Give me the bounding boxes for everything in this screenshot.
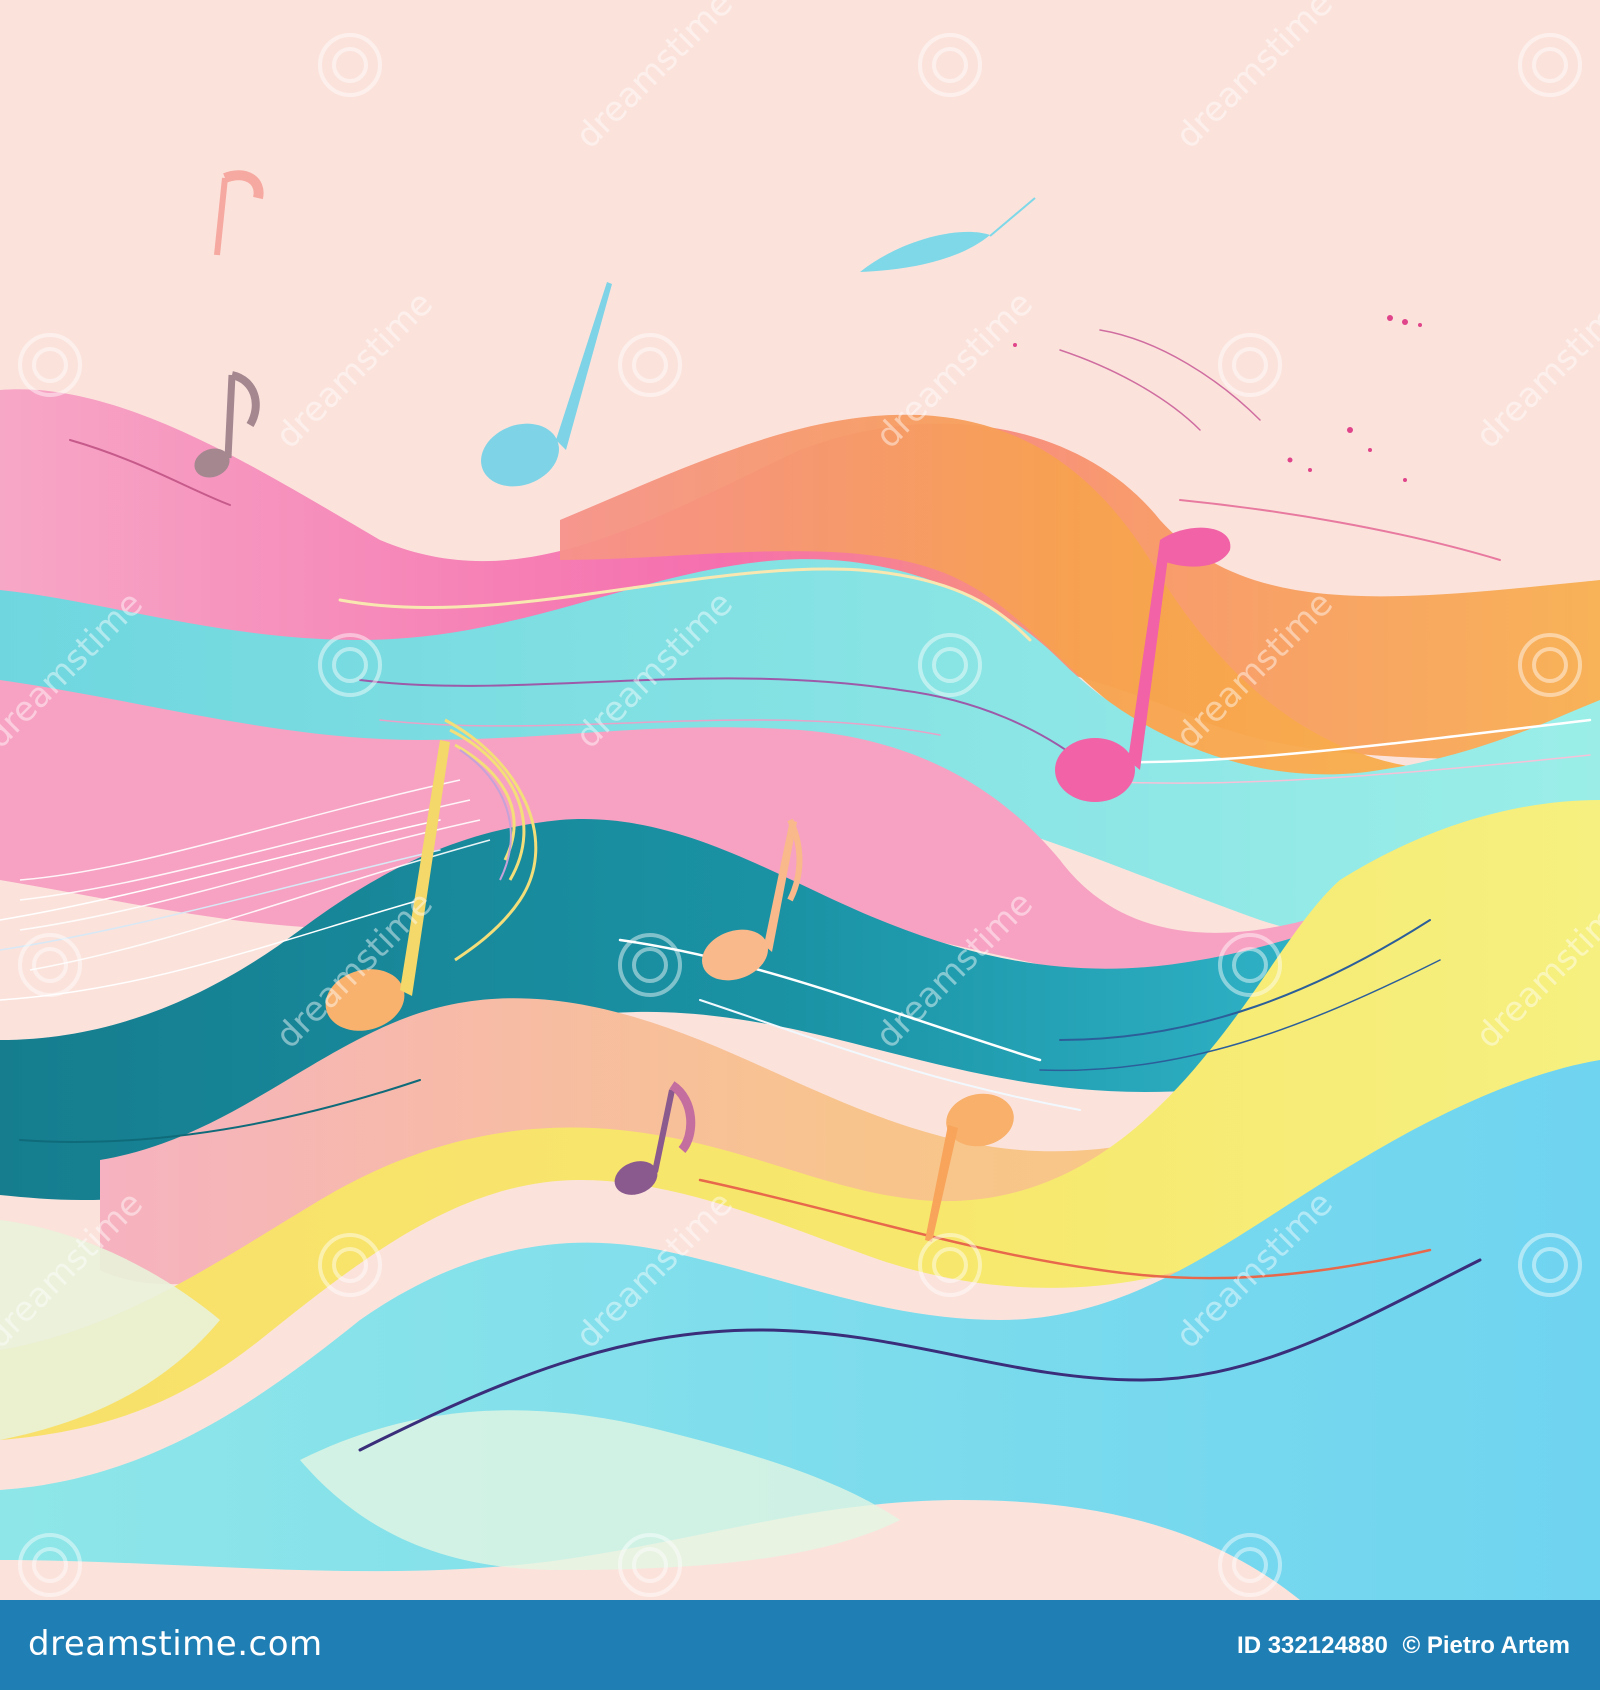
stock-image-page: dreamstime dreamstime dreamstime dreamst… bbox=[0, 0, 1600, 1690]
brand-logo[interactable]: dreamstime.com bbox=[28, 1624, 323, 1664]
image-credit: ID 332124880 © Pietro Artem bbox=[1237, 1632, 1570, 1660]
footer-bar: dreamstime.com ID 332124880 © Pietro Art… bbox=[0, 1600, 1600, 1690]
image-author: © Pietro Artem bbox=[1402, 1632, 1571, 1659]
image-id: ID 332124880 bbox=[1237, 1632, 1388, 1659]
music-waves-illustration: dreamstime dreamstime dreamstime dreamst… bbox=[0, 0, 1600, 1600]
